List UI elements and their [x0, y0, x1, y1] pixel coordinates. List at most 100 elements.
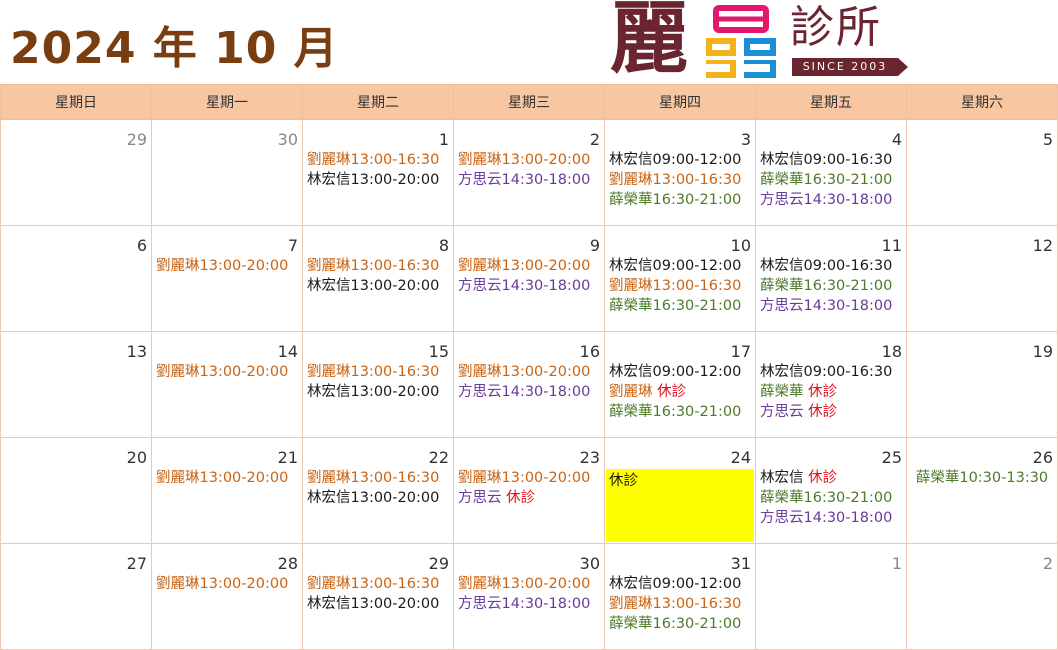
day-cell[interactable]: 18 林宏信09:00-16:30 薛榮華 休診 方思云 休診 — [755, 331, 907, 438]
day-cell[interactable]: 12 — [906, 225, 1058, 332]
weekday-header: 星期六 — [906, 84, 1058, 120]
schedule-entry: 劉麗琳13:00-20:00 — [156, 362, 302, 382]
day-cell[interactable]: 11 林宏信09:00-16:30 薛榮華16:30-21:00 方思云14:30-1… — [755, 225, 907, 332]
schedule-entry: 林宏信13:00-20:00 — [307, 382, 453, 402]
day-cell[interactable]: 1 劉麗琳13:00-16:30 林宏信13:00-20:00 — [302, 119, 454, 226]
schedule-entry: 林宏信09:00-12:00 — [609, 574, 755, 594]
day-cell[interactable]: 30 劉麗琳13:00-20:00 方思云14:30-18:00 — [453, 543, 605, 650]
doctor-hours: 薛榮華16:30-21:00 — [609, 298, 742, 314]
day-cell[interactable]: 25 林宏信 休診 薛榮華16:30-21:00 方思云14:30-18:00 — [755, 437, 907, 544]
day-number: 30 — [579, 554, 600, 573]
schedule-list: 劉麗琳13:00-20:00 方思云14:30-18:00 — [454, 362, 604, 402]
day-number: 3 — [740, 130, 751, 149]
day-number: 6 — [136, 236, 147, 255]
doctor-hours: 薛榮華16:30-21:00 — [760, 490, 893, 506]
doctor-hours: 劉麗琳13:00-20:00 — [458, 152, 591, 168]
day-cell[interactable]: 29 — [0, 119, 152, 226]
day-number: 24 — [730, 448, 751, 467]
schedule-entry: 劉麗琳13:00-20:00 — [458, 574, 604, 594]
day-cell[interactable]: 28 劉麗琳13:00-20:00 — [151, 543, 303, 650]
doctor-hours: 劉麗琳13:00-16:30 — [307, 576, 440, 592]
page-title: 2024 年 10 月 — [10, 23, 339, 74]
doctor-hours: 林宏信13:00-20:00 — [307, 172, 440, 188]
calendar-grid: 星期日 星期一 星期二 星期三 星期四 星期五 星期六 29 30 1 劉麗琳13:00-16:3… — [0, 84, 1058, 650]
doctor-hours: 劉麗琳13:00-20:00 — [156, 364, 289, 380]
day-cell[interactable]: 16 劉麗琳13:00-20:00 方思云14:30-18:00 — [453, 331, 605, 438]
day-cell[interactable]: 8 劉麗琳13:00-16:30 林宏信13:00-20:00 — [302, 225, 454, 332]
doctor-hours: 劉麗琳 — [609, 384, 658, 400]
schedule-list: 林宏信09:00-12:00 劉麗琳13:00-16:30 薛榮華16:30-21:… — [605, 574, 755, 634]
day-cell[interactable]: 1 — [755, 543, 907, 650]
schedule-entry: 劉麗琳13:00-20:00 — [458, 468, 604, 488]
day-cell[interactable]: 27 — [0, 543, 152, 650]
doctor-hours: 林宏信13:00-20:00 — [307, 384, 440, 400]
day-cell[interactable]: 24 休診 — [604, 437, 756, 544]
schedule-entry: 薛榮華16:30-21:00 — [609, 296, 755, 316]
schedule-entry: 劉麗琳13:00-20:00 — [458, 150, 604, 170]
schedule-entry: 薛榮華16:30-21:00 — [609, 614, 755, 634]
doctor-hours: 薛榮華16:30-21:00 — [760, 172, 893, 188]
day-number: 29 — [126, 130, 147, 149]
doctor-hours: 林宏信09:00-16:30 — [760, 364, 893, 380]
day-cell[interactable]: 2 劉麗琳13:00-20:00 方思云14:30-18:00 — [453, 119, 605, 226]
weekday-header: 星期五 — [755, 84, 907, 120]
day-cell[interactable]: 3 林宏信09:00-12:00 劉麗琳13:00-16:30 薛榮華16:30-21… — [604, 119, 756, 226]
doctor-hours: 方思云 — [760, 404, 809, 420]
day-cell[interactable]: 31 林宏信09:00-12:00 劉麗琳13:00-16:30 薛榮華16:30-2… — [604, 543, 756, 650]
schedule-entry: 方思云 休診 — [458, 488, 604, 508]
schedule-list: 林宏信09:00-12:00 劉麗琳13:00-16:30 薛榮華16:30-21:… — [605, 256, 755, 316]
closed-label: 休診 — [808, 384, 838, 400]
day-cell[interactable]: 7 劉麗琳13:00-20:00 — [151, 225, 303, 332]
day-cell[interactable]: 21 劉麗琳13:00-20:00 — [151, 437, 303, 544]
day-cell[interactable]: 23 劉麗琳13:00-20:00 方思云 休診 — [453, 437, 605, 544]
schedule-list: 劉麗琳13:00-16:30 林宏信13:00-20:00 — [303, 256, 453, 296]
day-cell[interactable]: 13 — [0, 331, 152, 438]
day-cell[interactable]: 15 劉麗琳13:00-16:30 林宏信13:00-20:00 — [302, 331, 454, 438]
day-cell[interactable]: 4 林宏信09:00-16:30 薛榮華16:30-21:00 方思云14:30-18… — [755, 119, 907, 226]
schedule-list: 林宏信09:00-12:00 劉麗琳13:00-16:30 薛榮華16:30-21:… — [605, 150, 755, 210]
day-number: 4 — [891, 130, 902, 149]
schedule-list: 林宏信09:00-16:30 薛榮華16:30-21:00 方思云14:30-18:… — [756, 150, 906, 210]
day-cell[interactable]: 17 林宏信09:00-12:00 劉麗琳 休診 薛榮華16:30-21:00 — [604, 331, 756, 438]
day-cell[interactable]: 9 劉麗琳13:00-20:00 方思云14:30-18:00 — [453, 225, 605, 332]
day-cell[interactable]: 29 劉麗琳13:00-16:30 林宏信13:00-20:00 — [302, 543, 454, 650]
day-number: 19 — [1032, 342, 1053, 361]
day-number: 12 — [1032, 236, 1053, 255]
day-number: 7 — [287, 236, 298, 255]
day-cell[interactable]: 19 — [906, 331, 1058, 438]
doctor-hours: 方思云14:30-18:00 — [458, 172, 591, 188]
schedule-entry: 劉麗琳13:00-16:30 — [609, 594, 755, 614]
week-row: 13 14 劉麗琳13:00-20:00 15 劉麗琳13:00-16:30 林宏信13:… — [0, 331, 1058, 438]
schedule-entry: 林宏信 休診 — [760, 468, 906, 488]
schedule-entry: 林宏信09:00-12:00 — [609, 150, 755, 170]
doctor-hours: 劉麗琳13:00-16:30 — [609, 596, 742, 612]
doctor-hours: 劉麗琳13:00-16:30 — [307, 470, 440, 486]
schedule-entry: 林宏信13:00-20:00 — [307, 594, 453, 614]
day-cell[interactable]: 14 劉麗琳13:00-20:00 — [151, 331, 303, 438]
day-number: 29 — [428, 554, 449, 573]
day-cell[interactable]: 22 劉麗琳13:00-16:30 林宏信13:00-20:00 — [302, 437, 454, 544]
closed-label: 休診 — [808, 404, 838, 420]
day-cell[interactable]: 30 — [151, 119, 303, 226]
day-cell[interactable]: 6 — [0, 225, 152, 332]
schedule-list: 劉麗琳13:00-20:00 — [152, 362, 302, 382]
logo-char-li: 麗 — [610, 0, 689, 84]
day-cell[interactable]: 2 — [906, 543, 1058, 650]
doctor-hours: 方思云14:30-18:00 — [458, 278, 591, 294]
doctor-hours: 方思云14:30-18:00 — [760, 192, 893, 208]
doctor-hours: 劉麗琳13:00-20:00 — [156, 576, 289, 592]
doctor-hours: 薛榮華16:30-21:00 — [609, 616, 742, 632]
day-number: 27 — [126, 554, 147, 573]
schedule-entry: 劉麗琳13:00-16:30 — [307, 256, 453, 276]
day-number: 11 — [881, 236, 902, 255]
day-number: 22 — [428, 448, 449, 467]
day-number: 13 — [126, 342, 147, 361]
day-cell[interactable]: 5 — [906, 119, 1058, 226]
day-cell[interactable]: 26 薛榮華10:30-13:30 — [906, 437, 1058, 544]
schedule-list: 劉麗琳13:00-20:00 方思云 休診 — [454, 468, 604, 508]
schedule-list: 林宏信09:00-16:30 薛榮華 休診 方思云 休診 — [756, 362, 906, 422]
day-cell[interactable]: 20 — [0, 437, 152, 544]
doctor-hours: 劉麗琳13:00-16:30 — [609, 172, 742, 188]
schedule-list: 劉麗琳13:00-16:30 林宏信13:00-20:00 — [303, 150, 453, 190]
day-cell[interactable]: 10 林宏信09:00-12:00 劉麗琳13:00-16:30 薛榮華16:30-2… — [604, 225, 756, 332]
